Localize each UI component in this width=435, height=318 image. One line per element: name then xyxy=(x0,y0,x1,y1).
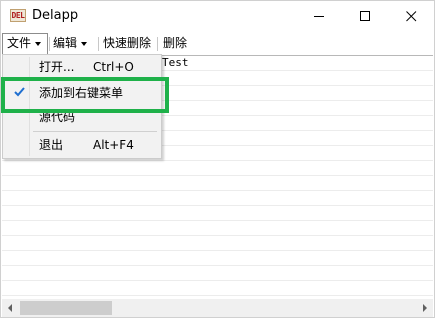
list-item[interactable] xyxy=(2,236,433,251)
close-icon xyxy=(406,11,417,22)
list-item[interactable] xyxy=(2,206,433,221)
menu-item-label: 退出 xyxy=(39,138,64,152)
list-item[interactable] xyxy=(2,176,433,191)
close-button[interactable] xyxy=(388,1,434,31)
menu-file[interactable]: 文件 xyxy=(2,33,48,54)
scrollbar-thumb[interactable] xyxy=(20,301,112,315)
list-item[interactable] xyxy=(2,161,433,176)
menu-item-open[interactable]: 打开... Ctrl+O xyxy=(4,56,160,78)
arrow-left-icon xyxy=(8,304,12,312)
menu-delete[interactable]: 删除 xyxy=(159,33,191,54)
menu-item-shortcut: Ctrl+O xyxy=(93,60,134,74)
file-menu-dropdown: 打开... Ctrl+O 添加到右键菜单 源代码 退出 Alt+F4 xyxy=(2,54,162,159)
scroll-left-button[interactable] xyxy=(2,299,19,317)
arrow-right-icon xyxy=(423,304,427,312)
menu-item-label: 打开... xyxy=(39,60,75,74)
checkmark-icon xyxy=(14,87,25,97)
menu-divider xyxy=(33,80,157,81)
title-bar[interactable]: DEL Delapp xyxy=(1,1,434,31)
list-item[interactable] xyxy=(2,221,433,236)
app-icon: DEL xyxy=(10,9,26,22)
maximize-button[interactable] xyxy=(342,1,388,31)
menu-divider xyxy=(33,131,157,132)
menu-file-label: 文件 xyxy=(7,36,32,50)
list-item-text: Test xyxy=(162,56,189,69)
menu-item-source-code[interactable]: 源代码 xyxy=(4,106,160,128)
menu-quick-delete[interactable]: 快速删除 xyxy=(99,33,155,54)
chevron-down-icon xyxy=(35,41,42,46)
list-item[interactable] xyxy=(2,191,433,206)
list-item[interactable] xyxy=(2,266,433,281)
menu-item-exit[interactable]: 退出 Alt+F4 xyxy=(4,134,160,156)
menu-item-label: 源代码 xyxy=(39,110,76,124)
scroll-right-button[interactable] xyxy=(416,299,433,317)
menu-edit[interactable]: 编辑 xyxy=(49,33,91,54)
chevron-down-icon xyxy=(81,41,88,46)
menu-item-shortcut: Alt+F4 xyxy=(93,138,134,152)
list-item[interactable] xyxy=(2,281,433,296)
app-window: DEL Delapp 文件 编辑 快速删除 删除 Test 打开... Ctrl… xyxy=(0,0,435,318)
maximize-icon xyxy=(360,11,370,21)
menu-item-add-to-context-menu[interactable]: 添加到右键菜单 xyxy=(4,82,160,104)
minimize-button[interactable] xyxy=(296,1,342,31)
horizontal-scrollbar[interactable] xyxy=(2,299,433,317)
menu-separator xyxy=(157,37,158,51)
window-title: Delapp xyxy=(32,8,79,23)
minimize-icon xyxy=(314,16,324,17)
menu-edit-label: 编辑 xyxy=(53,36,78,50)
menu-item-label: 添加到右键菜单 xyxy=(39,86,124,100)
menu-bar: 文件 编辑 快速删除 删除 xyxy=(1,33,434,54)
list-item[interactable] xyxy=(2,251,433,266)
